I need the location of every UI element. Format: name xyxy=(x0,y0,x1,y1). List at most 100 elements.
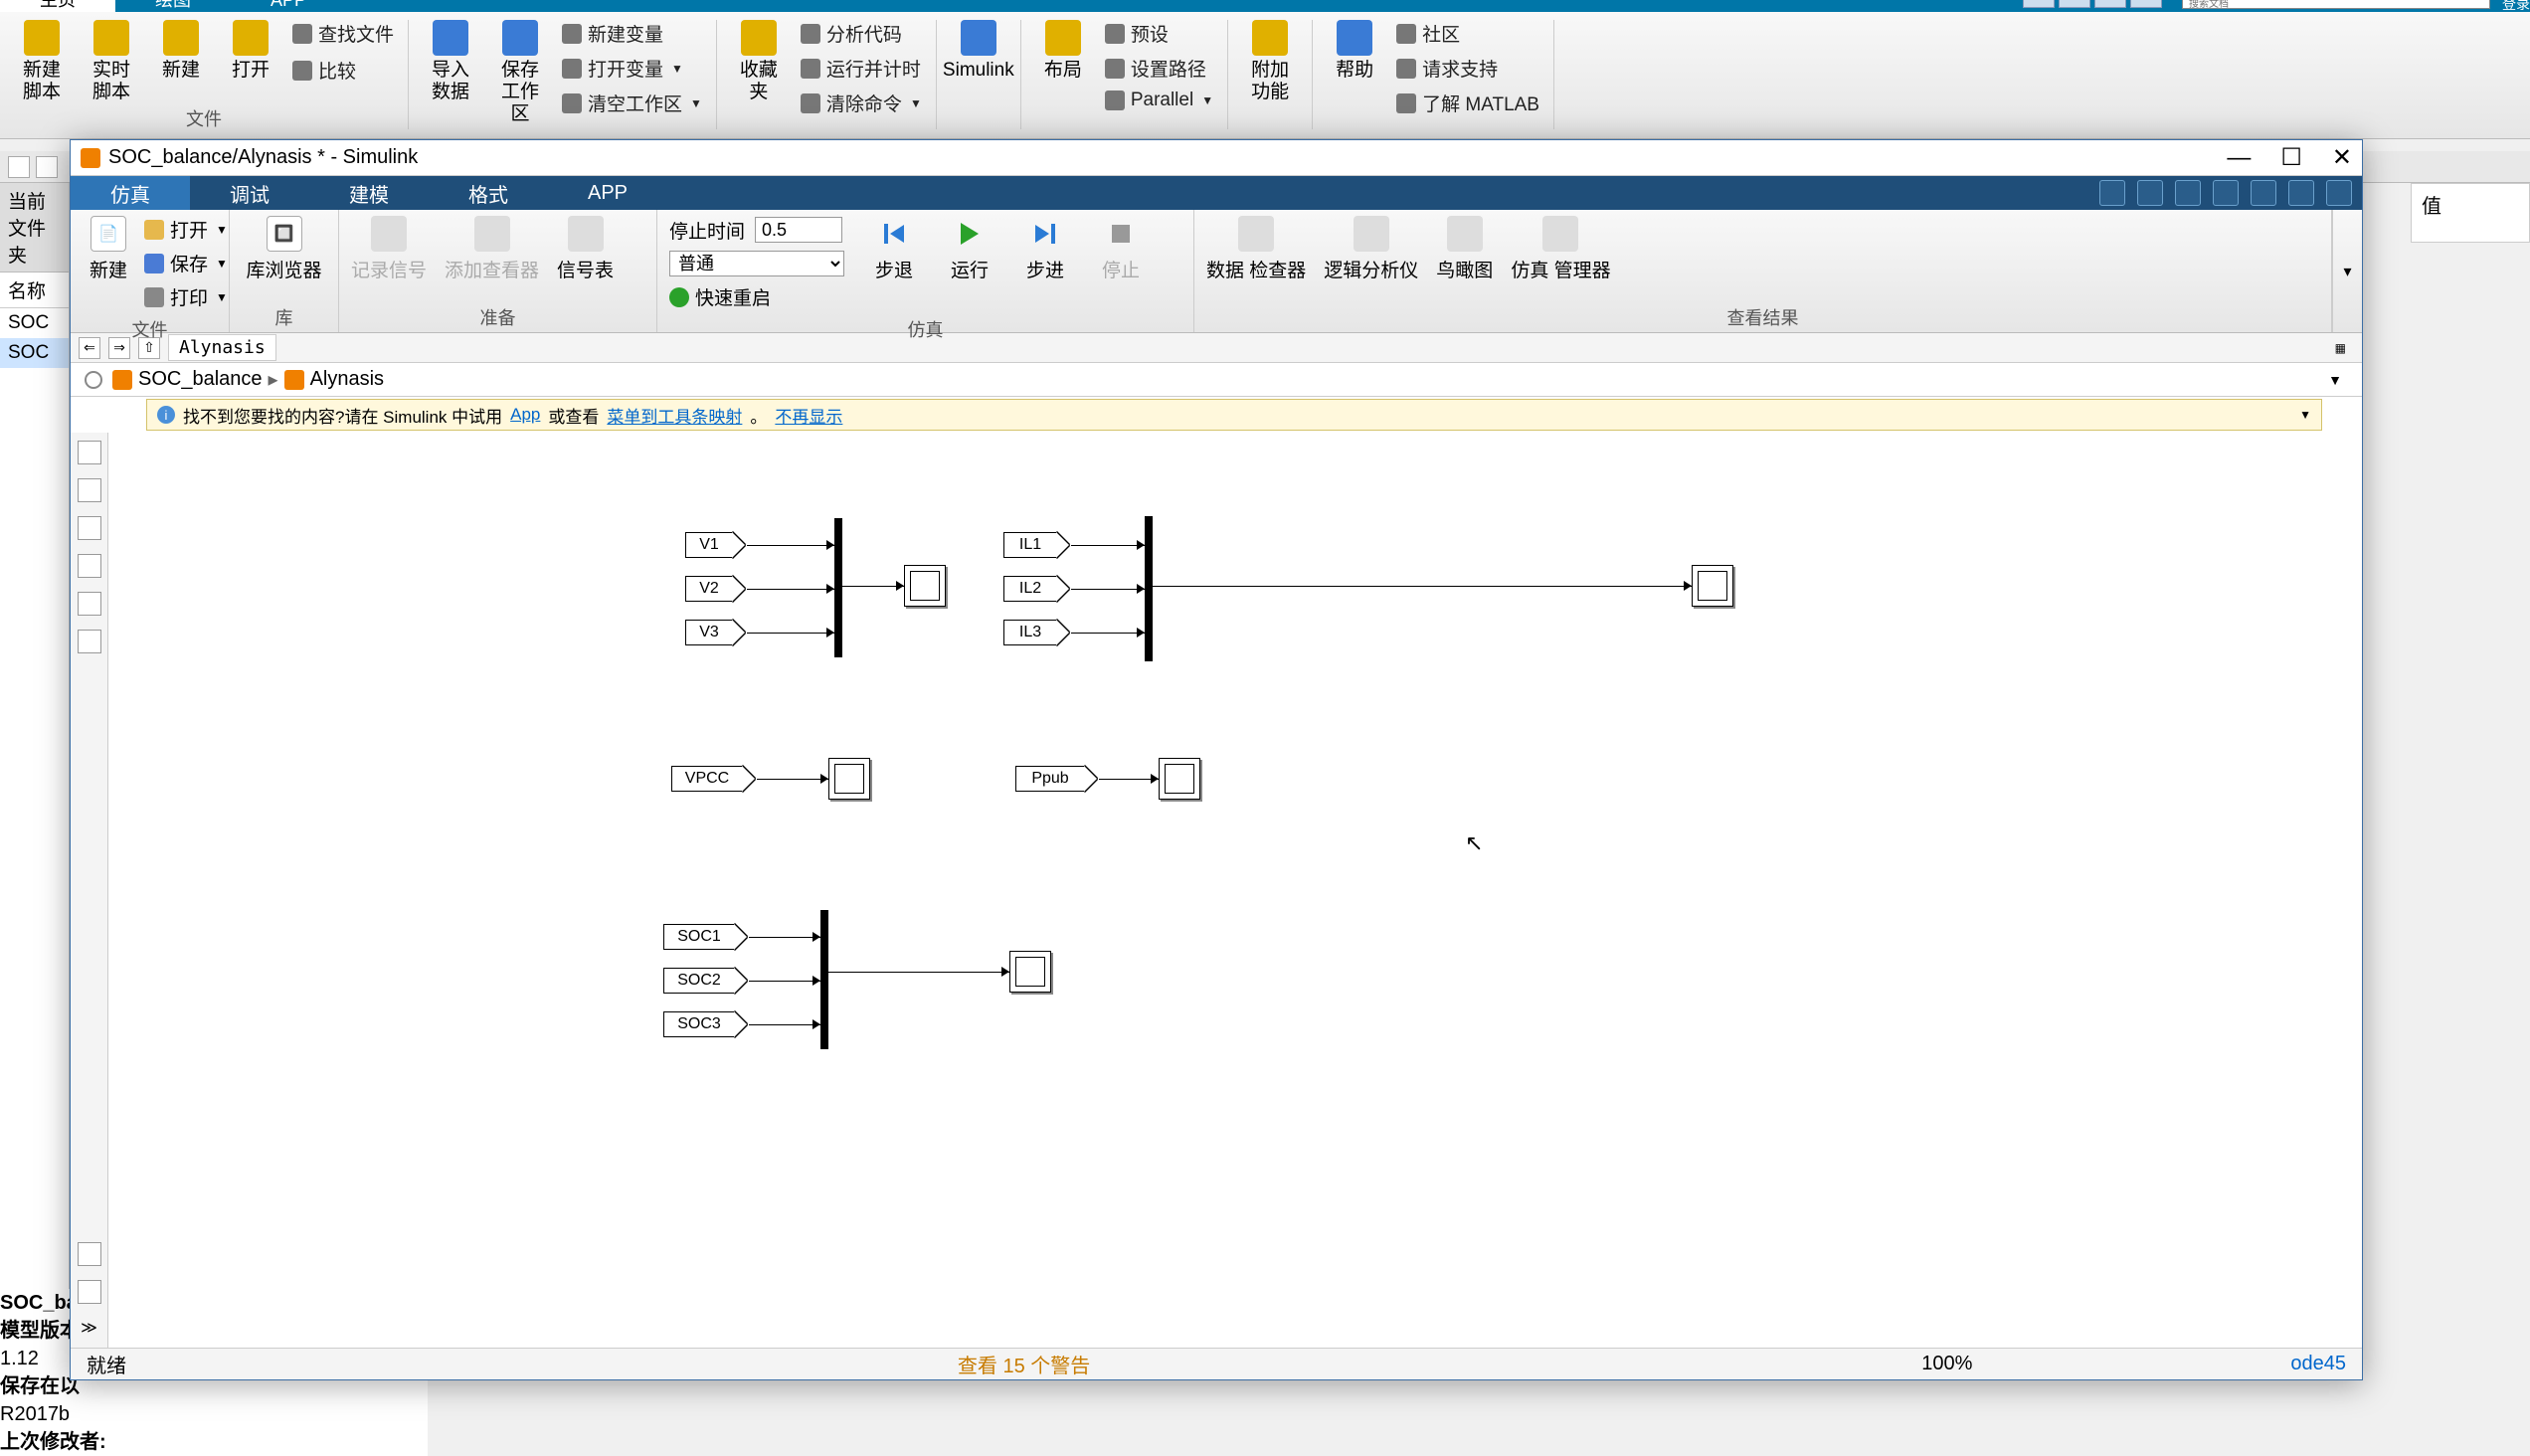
parallel-button[interactable]: Parallel▼ xyxy=(1105,90,1213,111)
block-mux-v[interactable] xyxy=(834,518,842,657)
birdseye-button[interactable]: 鸟瞰图 xyxy=(1436,216,1493,282)
block-scope-soc[interactable] xyxy=(1009,951,1051,993)
info-link-app[interactable]: App xyxy=(510,405,540,425)
addons-button[interactable]: 附加功能 xyxy=(1242,20,1298,103)
file-item[interactable]: SOC xyxy=(0,338,69,368)
sim-manager-button[interactable]: 仿真 管理器 xyxy=(1511,216,1610,282)
favorites-button[interactable]: 收藏夹 xyxy=(731,20,787,120)
status-zoom[interactable]: 100% xyxy=(1921,1353,1972,1375)
simulink-canvas[interactable]: V1 V2 V3 IL1 IL2 IL3 VPCC Ppub xyxy=(108,433,2362,1348)
matlab-search-input[interactable] xyxy=(2182,0,2490,9)
block-from-il3[interactable]: IL3 xyxy=(1003,620,1057,645)
analyze-code-button[interactable]: 分析代码 xyxy=(801,20,922,47)
data-inspector-button[interactable]: 数据 检查器 xyxy=(1206,216,1306,282)
palette-expand-icon[interactable]: ≫ xyxy=(81,1318,97,1338)
block-from-vpcc[interactable]: VPCC xyxy=(671,766,743,792)
run-button[interactable]: 运行 xyxy=(944,216,995,282)
subsystem-icon[interactable] xyxy=(78,1242,101,1266)
minimize-icon[interactable]: — xyxy=(2227,144,2251,172)
block-from-v2[interactable]: V2 xyxy=(685,576,733,602)
image-icon[interactable] xyxy=(78,592,101,616)
preferences-button[interactable]: 预设 xyxy=(1105,20,1213,47)
tab-modeling[interactable]: 建模 xyxy=(309,176,429,210)
breadcrumb-dropdown-icon[interactable]: ▼ xyxy=(2328,372,2352,388)
community-button[interactable]: 社区 xyxy=(1396,20,1539,47)
sim-open-button[interactable]: 打开▼ xyxy=(144,216,228,243)
block-from-v3[interactable]: V3 xyxy=(685,620,733,645)
sim-save-button[interactable]: 保存▼ xyxy=(144,250,228,276)
find-files-button[interactable]: 查找文件 xyxy=(292,20,394,47)
search-icon[interactable] xyxy=(2213,180,2239,206)
ribbon-expand-icon[interactable]: ▾ xyxy=(2332,210,2362,332)
tab-simulation[interactable]: 仿真 xyxy=(71,176,190,210)
block-from-ppub[interactable]: Ppub xyxy=(1015,766,1085,792)
open-button[interactable]: 打开 xyxy=(223,20,278,103)
path-fwd-icon[interactable] xyxy=(36,156,58,178)
status-warnings-link[interactable]: 查看 15 个警告 xyxy=(958,1350,1090,1378)
block-scope-vpcc[interactable] xyxy=(828,758,870,800)
file-item[interactable]: SOC xyxy=(0,308,69,338)
block-from-v1[interactable]: V1 xyxy=(685,532,733,558)
name-column[interactable]: 名称 xyxy=(0,273,69,308)
new-livescript-button[interactable]: 实时脚本 xyxy=(84,20,139,103)
stop-time-input[interactable] xyxy=(755,217,842,243)
matlab-tab-home[interactable]: 主页 xyxy=(0,0,115,12)
path-back-icon[interactable] xyxy=(8,156,30,178)
breadcrumb-sub[interactable]: Alynasis xyxy=(310,368,384,391)
maximize-icon[interactable]: ☐ xyxy=(2280,143,2302,172)
sim-new-button[interactable]: 📄 新建 xyxy=(83,216,134,314)
block-scope-v[interactable] xyxy=(904,565,946,607)
close-icon[interactable] xyxy=(2130,0,2162,8)
new-variable-button[interactable]: 新建变量 xyxy=(562,20,702,47)
close-icon[interactable]: ✕ xyxy=(2332,143,2352,172)
sim-mode-select[interactable]: 普通 xyxy=(669,251,844,276)
block-from-soc2[interactable]: SOC2 xyxy=(663,968,735,994)
help-button[interactable]: 帮助 xyxy=(1327,20,1382,120)
status-solver[interactable]: ode45 xyxy=(2290,1353,2346,1375)
fast-restart-button[interactable]: 快速重启 xyxy=(669,283,844,310)
learn-matlab-button[interactable]: 了解 MATLAB xyxy=(1396,90,1539,116)
fullscreen-icon[interactable] xyxy=(2251,180,2276,206)
import-data-button[interactable]: 导入 数据 xyxy=(423,20,478,125)
block-from-soc1[interactable]: SOC1 xyxy=(663,924,735,950)
block-scope-il[interactable] xyxy=(1692,565,1733,607)
fit-icon[interactable] xyxy=(78,478,101,502)
undo-icon[interactable] xyxy=(2137,180,2163,206)
layout-button[interactable]: 布局 xyxy=(1035,20,1091,115)
block-from-il2[interactable]: IL2 xyxy=(1003,576,1057,602)
info-link-dismiss[interactable]: 不再显示 xyxy=(775,403,842,428)
info-dropdown-icon[interactable]: ▼ xyxy=(2299,408,2311,422)
open-variable-button[interactable]: 打开变量▼ xyxy=(562,55,702,82)
block-scope-ppub[interactable] xyxy=(1159,758,1200,800)
simulink-titlebar[interactable]: SOC_balance/Alynasis * - Simulink — ☐ ✕ xyxy=(71,140,2362,176)
tab-format[interactable]: 格式 xyxy=(429,176,548,210)
new-button[interactable]: 新建 xyxy=(153,20,209,103)
sim-print-button[interactable]: 打印▼ xyxy=(144,283,228,310)
box-icon[interactable] xyxy=(78,630,101,653)
block-from-il1[interactable]: IL1 xyxy=(1003,532,1057,558)
block-from-soc3[interactable]: SOC3 xyxy=(663,1011,735,1037)
help-dropdown-icon[interactable] xyxy=(2288,180,2314,206)
nav-collapse-icon[interactable]: ▦ xyxy=(2335,341,2354,355)
tab-debug[interactable]: 调试 xyxy=(190,176,309,210)
model-settings-icon[interactable] xyxy=(81,371,106,389)
block-mux-soc[interactable] xyxy=(820,910,828,1049)
step-forward-button[interactable]: 步进 xyxy=(1019,216,1071,282)
tab-app[interactable]: APP xyxy=(548,176,667,210)
gear-icon[interactable] xyxy=(2326,180,2352,206)
logic-analyzer-button[interactable]: 逻辑分析仪 xyxy=(1324,216,1418,282)
matlab-tab-plot[interactable]: 绘图 xyxy=(115,0,231,12)
step-back-button[interactable]: 步退 xyxy=(868,216,920,282)
block-mux-il[interactable] xyxy=(1145,516,1153,661)
request-support-button[interactable]: 请求支持 xyxy=(1396,55,1539,82)
redo-icon[interactable] xyxy=(2175,180,2201,206)
help-icon[interactable] xyxy=(2094,0,2126,8)
library-browser-button[interactable]: 🔲 库浏览器 xyxy=(242,216,326,282)
save-workspace-button[interactable]: 保存 工作区 xyxy=(492,20,548,125)
arrow-icon[interactable] xyxy=(78,516,101,540)
signal-table-button[interactable]: 信号表 xyxy=(557,216,614,282)
area-icon[interactable] xyxy=(78,554,101,578)
matlab-tab-app[interactable]: APP xyxy=(231,0,346,12)
compare-button[interactable]: 比较 xyxy=(292,57,394,84)
min-icon[interactable] xyxy=(2023,0,2055,8)
